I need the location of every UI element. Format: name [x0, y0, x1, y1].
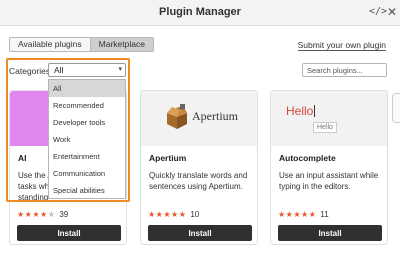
category-option-special-abilities[interactable]: Special abilities [49, 182, 125, 199]
install-button[interactable]: Install [17, 225, 121, 241]
plugin-rating: ★★★★★ 39 [17, 210, 68, 220]
plugin-rating: ★★★★★ 10 [148, 210, 199, 220]
star-rating-icon: ★★★★★ [278, 210, 317, 219]
tab-marketplace[interactable]: Marketplace [90, 37, 154, 52]
thumbnail-suggestion: Hello [313, 122, 337, 133]
submit-plugin-link[interactable]: Submit your own plugin [297, 40, 386, 51]
category-option-recommended[interactable]: Recommended [49, 97, 125, 114]
category-select[interactable]: All ▾ [48, 63, 126, 77]
plugin-card-apertium[interactable]: Apertium Apertium Quickly translate word… [140, 90, 258, 245]
review-count: 10 [190, 210, 200, 219]
plugin-description: Quickly translate words and sentences us… [149, 171, 248, 191]
box-logo-icon [167, 104, 187, 129]
apertium-logo-text: Apertium [192, 109, 238, 123]
review-count: 39 [59, 210, 69, 219]
star-rating-icon: ★★★★★ [17, 210, 56, 219]
install-button[interactable]: Install [148, 225, 252, 241]
text-caret [314, 105, 316, 117]
tab-available-plugins[interactable]: Available plugins [9, 37, 91, 52]
plugin-name: Autocomplete [279, 153, 336, 163]
title-bar: Plugin Manager </> ✕ [0, 0, 400, 26]
category-option-entertainment[interactable]: Entertainment [49, 148, 125, 165]
categories-label: Categories [9, 66, 51, 76]
plugin-tabs: Available plugins Marketplace [9, 37, 154, 52]
next-card-edge[interactable] [392, 93, 400, 123]
category-select-value: All [54, 65, 64, 75]
plugin-thumbnail: Apertium [141, 91, 257, 146]
close-icon[interactable]: ✕ [387, 5, 397, 19]
code-icon[interactable]: </> [369, 5, 387, 19]
star-rating-icon: ★★★★★ [148, 210, 187, 219]
category-option-all[interactable]: All [49, 80, 125, 97]
plugin-name: Apertium [149, 153, 187, 163]
thumbnail-hello-text: Hello [286, 104, 316, 118]
review-count: 11 [320, 210, 329, 219]
window-title: Plugin Manager [159, 6, 241, 18]
category-option-work[interactable]: Work [49, 131, 125, 148]
category-option-communication[interactable]: Communication [49, 165, 125, 182]
plugin-description: Use an input assistant while typing in t… [279, 171, 379, 191]
category-option-developer-tools[interactable]: Developer tools [49, 114, 125, 131]
category-dropdown: All Recommended Developer tools Work Ent… [48, 79, 126, 199]
chevron-down-icon: ▾ [118, 66, 122, 73]
install-button[interactable]: Install [278, 225, 382, 241]
plugin-thumbnail: Hello Hello [271, 91, 387, 146]
plugin-rating: ★★★★★ 11 [278, 210, 329, 220]
search-input[interactable] [302, 63, 387, 77]
plugin-card-autocomplete[interactable]: Hello Hello Autocomplete Use an input as… [270, 90, 388, 245]
thumbnail-hello-word: Hello [286, 104, 314, 118]
